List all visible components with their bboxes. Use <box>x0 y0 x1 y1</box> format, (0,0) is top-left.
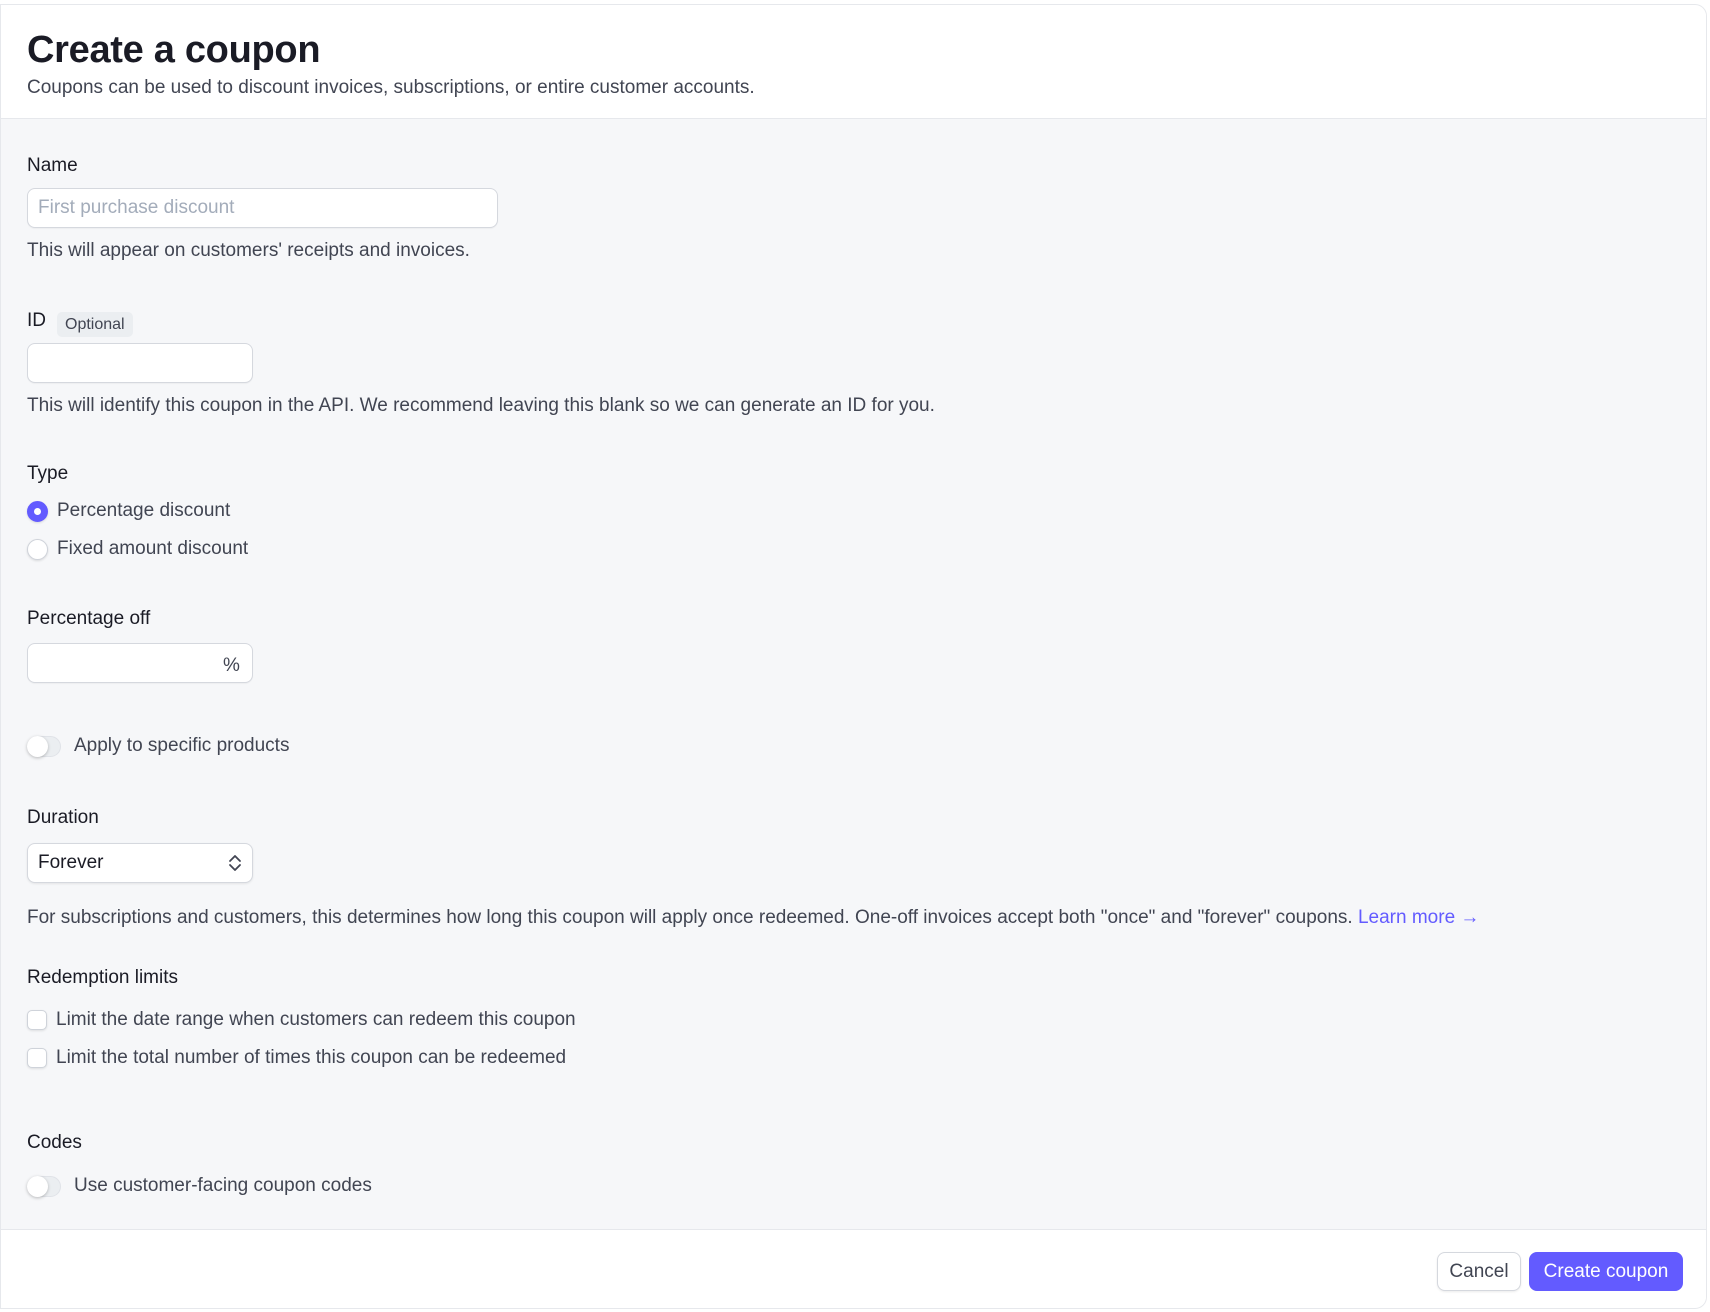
checkbox-label: Limit the total number of times this cou… <box>56 1047 567 1068</box>
dialog-header: Create a coupon Coupons can be used to d… <box>1 5 1706 119</box>
duration-label: Duration <box>27 807 99 828</box>
coupon-codes-toggle-row[interactable]: Use customer-facing coupon codes <box>27 1175 372 1197</box>
name-help-text: This will appear on customers' receipts … <box>27 240 470 261</box>
limit-total-redemptions-checkbox[interactable] <box>27 1048 47 1068</box>
id-label: ID <box>27 310 46 331</box>
limit-date-range-row[interactable]: Limit the date range when customers can … <box>27 1009 576 1031</box>
radio-fixed-amount-discount[interactable]: Fixed amount discount <box>27 538 248 560</box>
type-label: Type <box>27 463 69 484</box>
duration-select[interactable]: Forever <box>27 843 253 883</box>
apply-products-toggle-row[interactable]: Apply to specific products <box>27 735 289 757</box>
chevron-up-down-icon <box>229 855 241 871</box>
radio-button-checked[interactable] <box>27 500 48 522</box>
checkbox-label: Limit the date range when customers can … <box>56 1009 576 1030</box>
limit-date-range-checkbox[interactable] <box>27 1010 47 1030</box>
duration-selected-value: Forever <box>38 852 104 873</box>
percentage-off-input[interactable] <box>27 643 253 683</box>
id-input[interactable] <box>27 343 253 383</box>
radio-label: Fixed amount discount <box>57 538 249 559</box>
id-help-text: This will identify this coupon in the AP… <box>27 395 935 416</box>
radio-button[interactable] <box>27 538 48 560</box>
name-input[interactable] <box>27 188 498 228</box>
create-coupon-dialog: Create a coupon Coupons can be used to d… <box>0 4 1707 1309</box>
apply-products-toggle[interactable] <box>27 735 61 757</box>
cancel-button[interactable]: Cancel <box>1437 1252 1521 1291</box>
apply-products-label: Apply to specific products <box>74 735 290 756</box>
radio-label: Percentage discount <box>57 500 231 521</box>
name-label: Name <box>27 155 78 176</box>
limit-total-redemptions-row[interactable]: Limit the total number of times this cou… <box>27 1047 566 1069</box>
dialog-footer: Cancel Create coupon <box>1 1229 1706 1308</box>
coupon-codes-toggle[interactable] <box>27 1175 61 1197</box>
radio-percentage-discount[interactable]: Percentage discount <box>27 500 230 522</box>
redemption-limits-label: Redemption limits <box>27 967 178 988</box>
create-coupon-button[interactable]: Create coupon <box>1529 1252 1683 1291</box>
coupon-codes-label: Use customer-facing coupon codes <box>74 1175 372 1196</box>
percentage-off-label: Percentage off <box>27 608 151 629</box>
codes-label: Codes <box>27 1132 82 1153</box>
duration-help-text: For subscriptions and customers, this de… <box>27 907 1479 929</box>
duration-help-body: For subscriptions and customers, this de… <box>27 907 1353 928</box>
optional-badge: Optional <box>57 312 133 337</box>
page-subtitle: Coupons can be used to discount invoices… <box>27 77 755 98</box>
percent-suffix: % <box>223 655 240 676</box>
learn-more-link[interactable]: Learn more → <box>1358 907 1479 928</box>
page-title: Create a coupon <box>27 29 321 71</box>
